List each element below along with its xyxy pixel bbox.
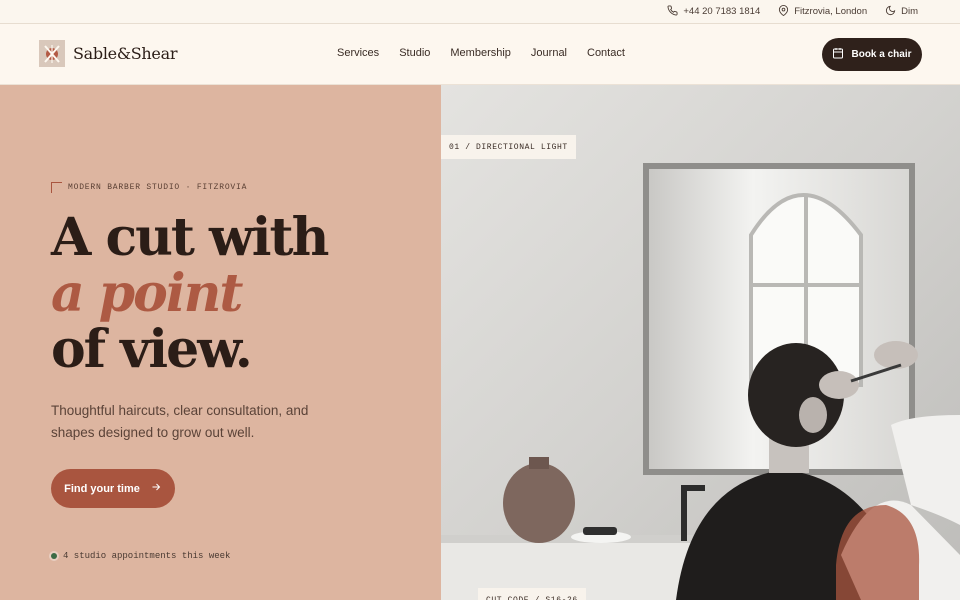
headline-line-2: a point	[51, 263, 243, 324]
hero-kicker: MODERN BARBER STUDIO · FITZROVIA	[51, 182, 247, 193]
nav-membership[interactable]: Membership	[450, 47, 511, 59]
find-time-button[interactable]: Find your time	[51, 469, 175, 508]
nav-journal[interactable]: Journal	[531, 47, 567, 59]
moon-icon	[885, 5, 896, 19]
logo-mark-icon	[39, 40, 65, 67]
corner-bracket-icon	[51, 182, 62, 193]
map-pin-icon	[778, 4, 789, 19]
image-tag-bottom: CUT CODE / S16-26	[478, 588, 586, 600]
hero-image: 01 / DIRECTIONAL LIGHT CUT CODE / S16-26	[441, 85, 960, 600]
location-link[interactable]: Fitzrovia, London	[778, 4, 868, 19]
status-dot-icon	[51, 553, 57, 559]
theme-toggle[interactable]: Dim	[885, 5, 918, 19]
book-chair-label: Book a chair	[851, 49, 912, 60]
main-nav: Services Studio Membership Journal Conta…	[337, 47, 625, 59]
utility-bar: +44 20 7183 1814 Fitzrovia, London Dim	[0, 0, 960, 24]
appointments-status-text: 4 studio appointments this week	[63, 551, 231, 561]
headline-line-3: of view.	[51, 319, 253, 380]
hero-lead: Thoughtful haircuts, clear consultation,…	[51, 403, 309, 440]
barber-scene-illustration	[441, 85, 960, 600]
arrow-right-icon	[150, 481, 162, 496]
site-header: Sable&Shear Services Studio Membership J…	[0, 24, 960, 85]
calendar-icon	[832, 47, 844, 62]
nav-services[interactable]: Services	[337, 47, 379, 59]
appointments-status: 4 studio appointments this week	[51, 551, 230, 561]
brand-name: Sable&Shear	[73, 44, 178, 63]
nav-contact[interactable]: Contact	[587, 47, 625, 59]
hero-kicker-text: MODERN BARBER STUDIO · FITZROVIA	[68, 183, 248, 192]
brand-logo[interactable]: Sable&Shear	[39, 40, 178, 67]
nav-studio[interactable]: Studio	[399, 47, 430, 59]
hero-headline: A cut with a point of view.	[51, 207, 329, 380]
book-chair-button[interactable]: Book a chair	[822, 38, 922, 71]
location-text: Fitzrovia, London	[794, 6, 868, 17]
find-time-label: Find your time	[64, 482, 140, 495]
hero-text-panel: MODERN BARBER STUDIO · FITZROVIA A cut w…	[0, 85, 441, 600]
headline-line-1: A cut with	[51, 207, 329, 268]
phone-number: +44 20 7183 1814	[683, 6, 761, 17]
theme-toggle-label: Dim	[901, 6, 918, 17]
phone-icon	[667, 4, 678, 19]
image-tag-top: 01 / DIRECTIONAL LIGHT	[441, 135, 576, 159]
phone-link[interactable]: +44 20 7183 1814	[667, 4, 761, 19]
